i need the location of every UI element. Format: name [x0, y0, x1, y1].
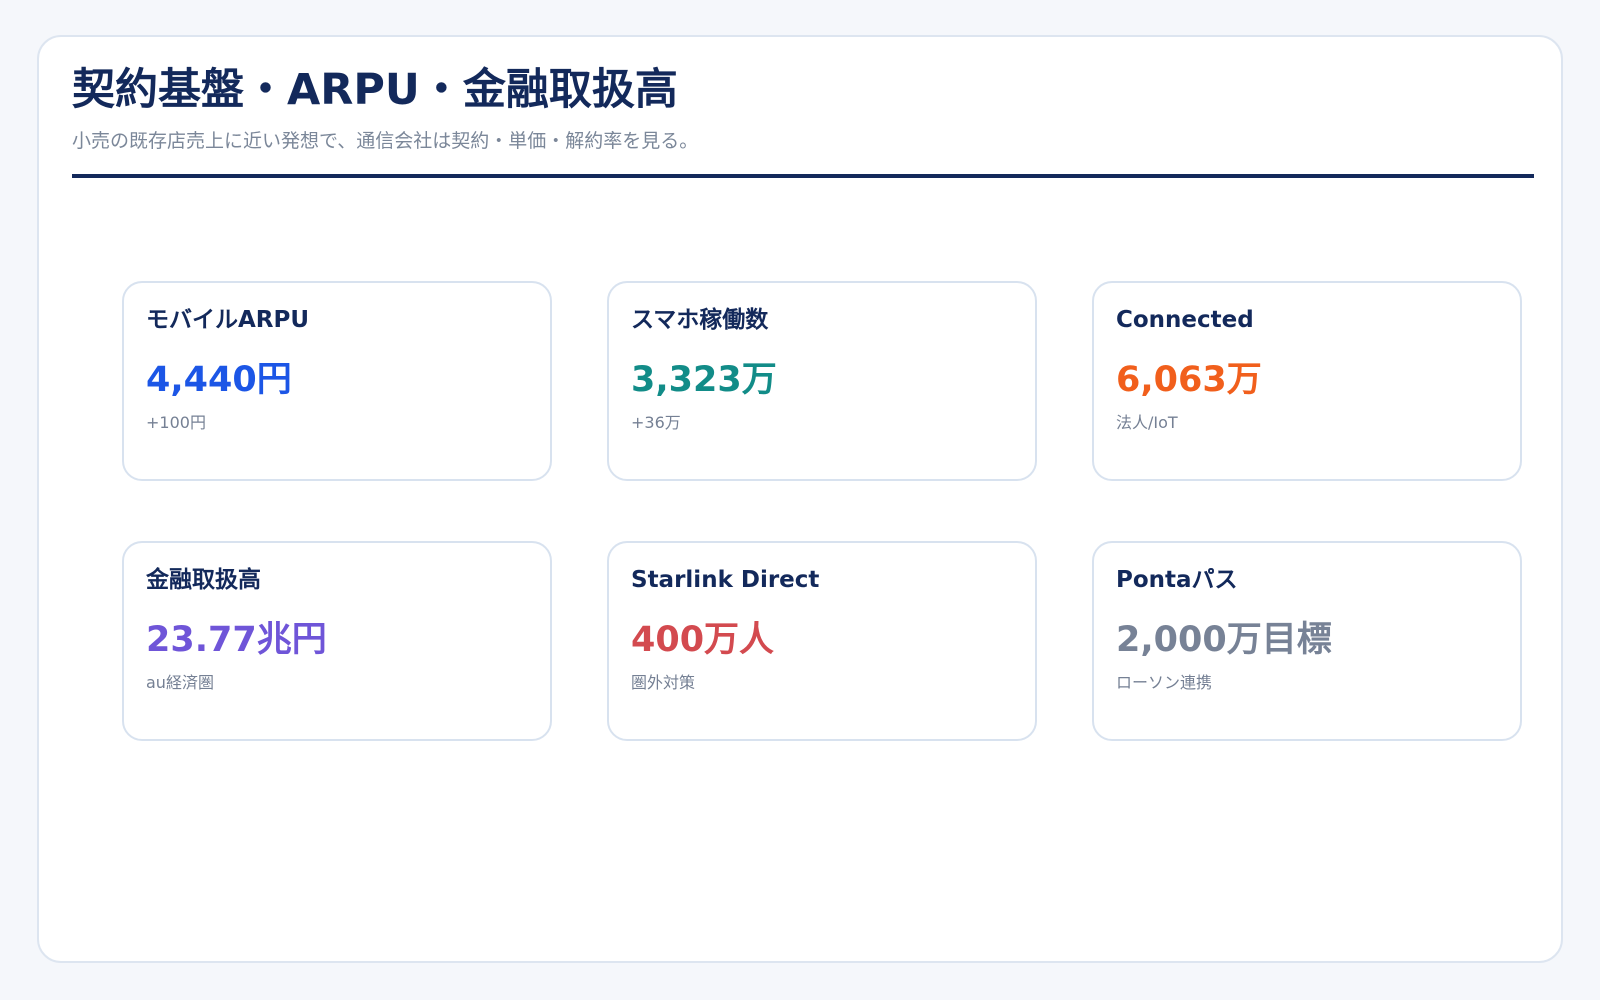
metric-note: +36万 [631, 412, 681, 432]
title-divider [72, 174, 1534, 178]
metric-grid: モバイルARPU 4,440円 +100円 スマホ稼働数 3,323万 +36万… [122, 281, 1522, 741]
metric-card-ponta-pass: Pontaパス 2,000万目標 ローソン連携 [1092, 541, 1522, 741]
metric-card-smartphone-active: スマホ稼働数 3,323万 +36万 [607, 281, 1037, 481]
metric-value: 400万人 [631, 619, 775, 660]
metric-card-starlink-direct: Starlink Direct 400万人 圏外対策 [607, 541, 1037, 741]
metric-label: スマホ稼働数 [631, 307, 769, 333]
metric-value: 3,323万 [631, 359, 777, 400]
metric-note: 圏外対策 [631, 672, 696, 692]
metric-note: 法人/IoT [1116, 412, 1178, 432]
content-panel: 契約基盤・ARPU・金融取扱高 小売の既存店売上に近い発想で、通信会社は契約・単… [37, 35, 1563, 963]
metric-label: Pontaパス [1116, 567, 1238, 593]
page-title: 契約基盤・ARPU・金融取扱高 [72, 65, 678, 115]
metric-note: au経済圏 [146, 672, 214, 692]
metric-value: 6,063万 [1116, 359, 1262, 400]
metric-label: モバイルARPU [146, 307, 310, 333]
metric-card-connected: Connected 6,063万 法人/IoT [1092, 281, 1522, 481]
metric-value: 2,000万目標 [1116, 619, 1332, 660]
metric-value: 23.77兆円 [146, 619, 327, 660]
metric-label: 金融取扱高 [146, 567, 261, 593]
metric-value: 4,440円 [146, 359, 292, 400]
metric-note: ローソン連携 [1116, 672, 1213, 692]
page-subtitle: 小売の既存店売上に近い発想で、通信会社は契約・単価・解約率を見る。 [72, 130, 699, 152]
metric-label: Connected [1116, 307, 1254, 333]
metric-card-finance-volume: 金融取扱高 23.77兆円 au経済圏 [122, 541, 552, 741]
metric-note: +100円 [146, 412, 206, 432]
metric-label: Starlink Direct [631, 567, 820, 593]
metric-card-mobile-arpu: モバイルARPU 4,440円 +100円 [122, 281, 552, 481]
